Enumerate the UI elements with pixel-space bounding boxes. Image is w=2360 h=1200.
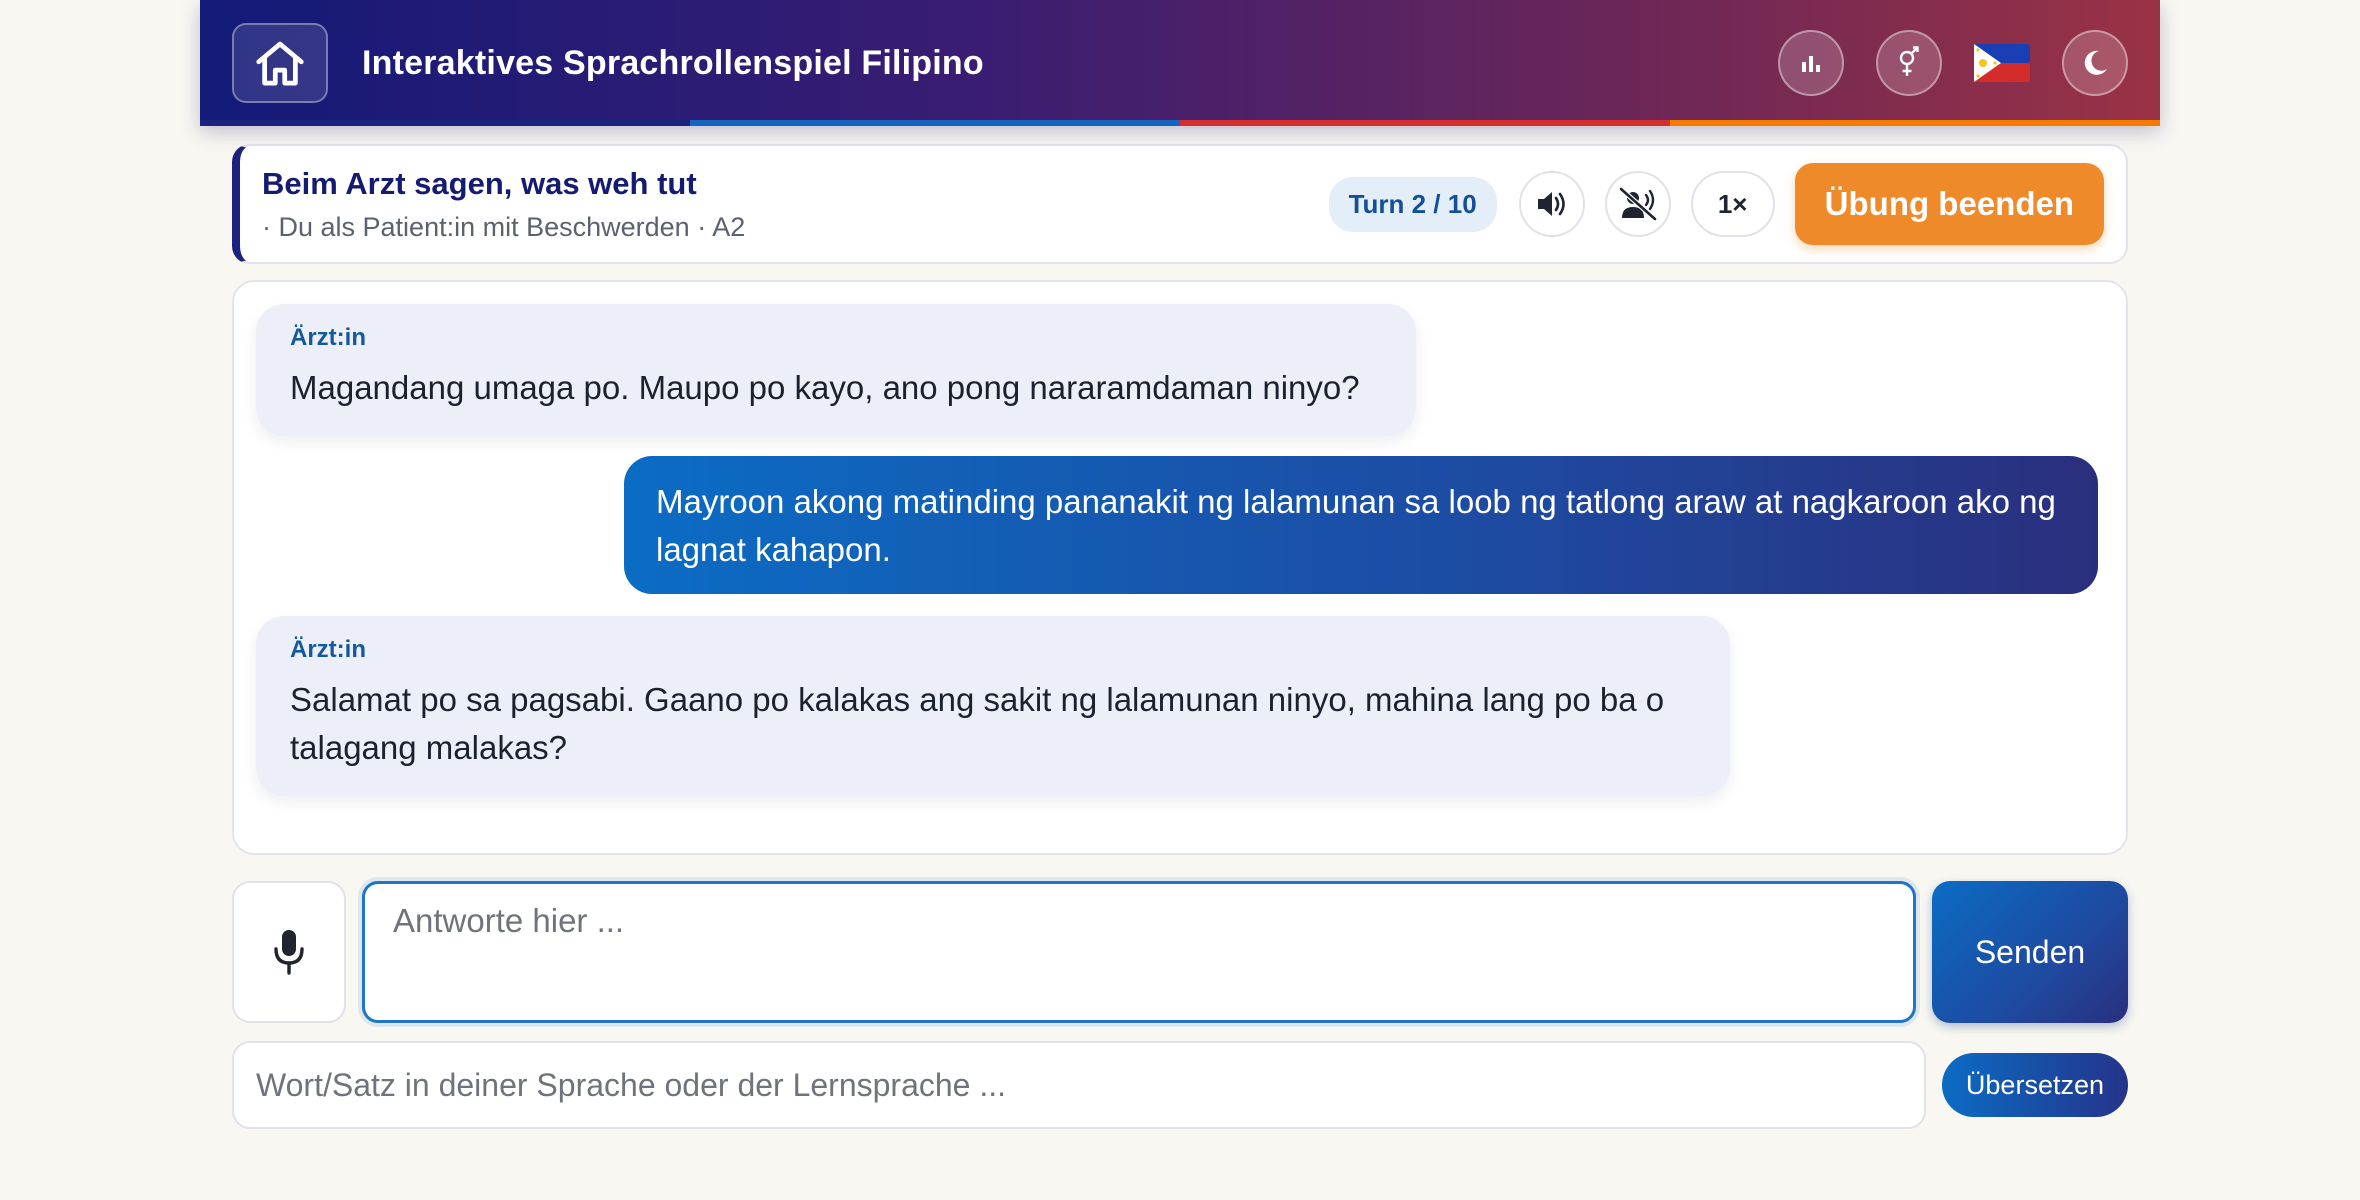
translate-row: Übersetzen	[232, 1041, 2128, 1129]
chat-message-user: Mayroon akong matinding pananakit ng lal…	[624, 456, 2098, 594]
stripe-segment	[690, 120, 1180, 126]
app-title: Interaktives Sprachrollenspiel Filipino	[362, 43, 984, 82]
stripe-segment	[1670, 120, 2160, 126]
gender-icon	[1899, 46, 1919, 76]
microphone-button[interactable]	[232, 881, 346, 1023]
speech-off-icon	[1619, 187, 1657, 221]
message-text: Salamat po sa pagsabi. Gaano po kalakas …	[290, 681, 1665, 766]
stripe-segment	[1180, 120, 1670, 126]
stats-button[interactable]	[1778, 30, 1844, 96]
home-button[interactable]	[232, 23, 328, 103]
playback-speed-button[interactable]: 1×	[1690, 171, 1775, 237]
scenario-bar: Beim Arzt sagen, was weh tut · Du als Pa…	[232, 144, 2128, 264]
scenario-info: Beim Arzt sagen, was weh tut · Du als Pa…	[262, 166, 745, 243]
voice-off-button[interactable]	[1604, 171, 1671, 237]
chat-window: Ärzt:in Magandang umaga po. Maupo po kay…	[232, 280, 2128, 855]
microphone-icon	[274, 930, 304, 975]
chat-message-bot: Ärzt:in Magandang umaga po. Maupo po kay…	[256, 304, 1416, 436]
message-speaker: Ärzt:in	[290, 636, 366, 663]
gender-button[interactable]	[1876, 30, 1942, 96]
philippines-flag-icon	[1974, 44, 2030, 82]
message-speaker: Ärzt:in	[290, 324, 366, 351]
language-flag-button[interactable]	[1974, 42, 2030, 84]
scenario-subtitle: · Du als Patient:in mit Beschwerden · A2	[262, 211, 746, 242]
translate-input[interactable]	[232, 1041, 1926, 1129]
header-actions	[1778, 30, 2128, 96]
translate-button[interactable]: Übersetzen	[1941, 1053, 2128, 1117]
stripe-segment	[200, 120, 690, 126]
stats-icon	[1802, 56, 1820, 72]
app-header: Interaktives Sprachrollenspiel Filipino	[200, 0, 2160, 126]
moon-icon	[2084, 50, 2107, 75]
chat-message-bot: Ärzt:in Salamat po sa pagsabi. Gaano po …	[256, 616, 1730, 796]
app-root: Interaktives Sprachrollenspiel Filipino	[200, 0, 2160, 1129]
answer-row: Senden	[232, 881, 2128, 1023]
home-icon	[256, 41, 304, 86]
end-exercise-button[interactable]: Übung beenden	[1794, 163, 2104, 245]
scenario-title: Beim Arzt sagen, was weh tut	[262, 165, 697, 201]
turn-counter-badge: Turn 2 / 10	[1328, 176, 1497, 232]
scenario-controls: Turn 2 / 10 1× Übung beenden	[1328, 163, 2104, 245]
audio-toggle-button[interactable]	[1518, 171, 1585, 237]
message-text: Mayroon akong matinding pananakit ng lal…	[656, 483, 2056, 568]
answer-input[interactable]	[362, 881, 1916, 1023]
message-text: Magandang umaga po. Maupo po kayo, ano p…	[290, 369, 1360, 406]
dark-mode-button[interactable]	[2062, 30, 2128, 96]
send-button[interactable]: Senden	[1932, 881, 2128, 1023]
speaker-icon	[1537, 192, 1565, 216]
header-color-stripe	[200, 120, 2160, 126]
